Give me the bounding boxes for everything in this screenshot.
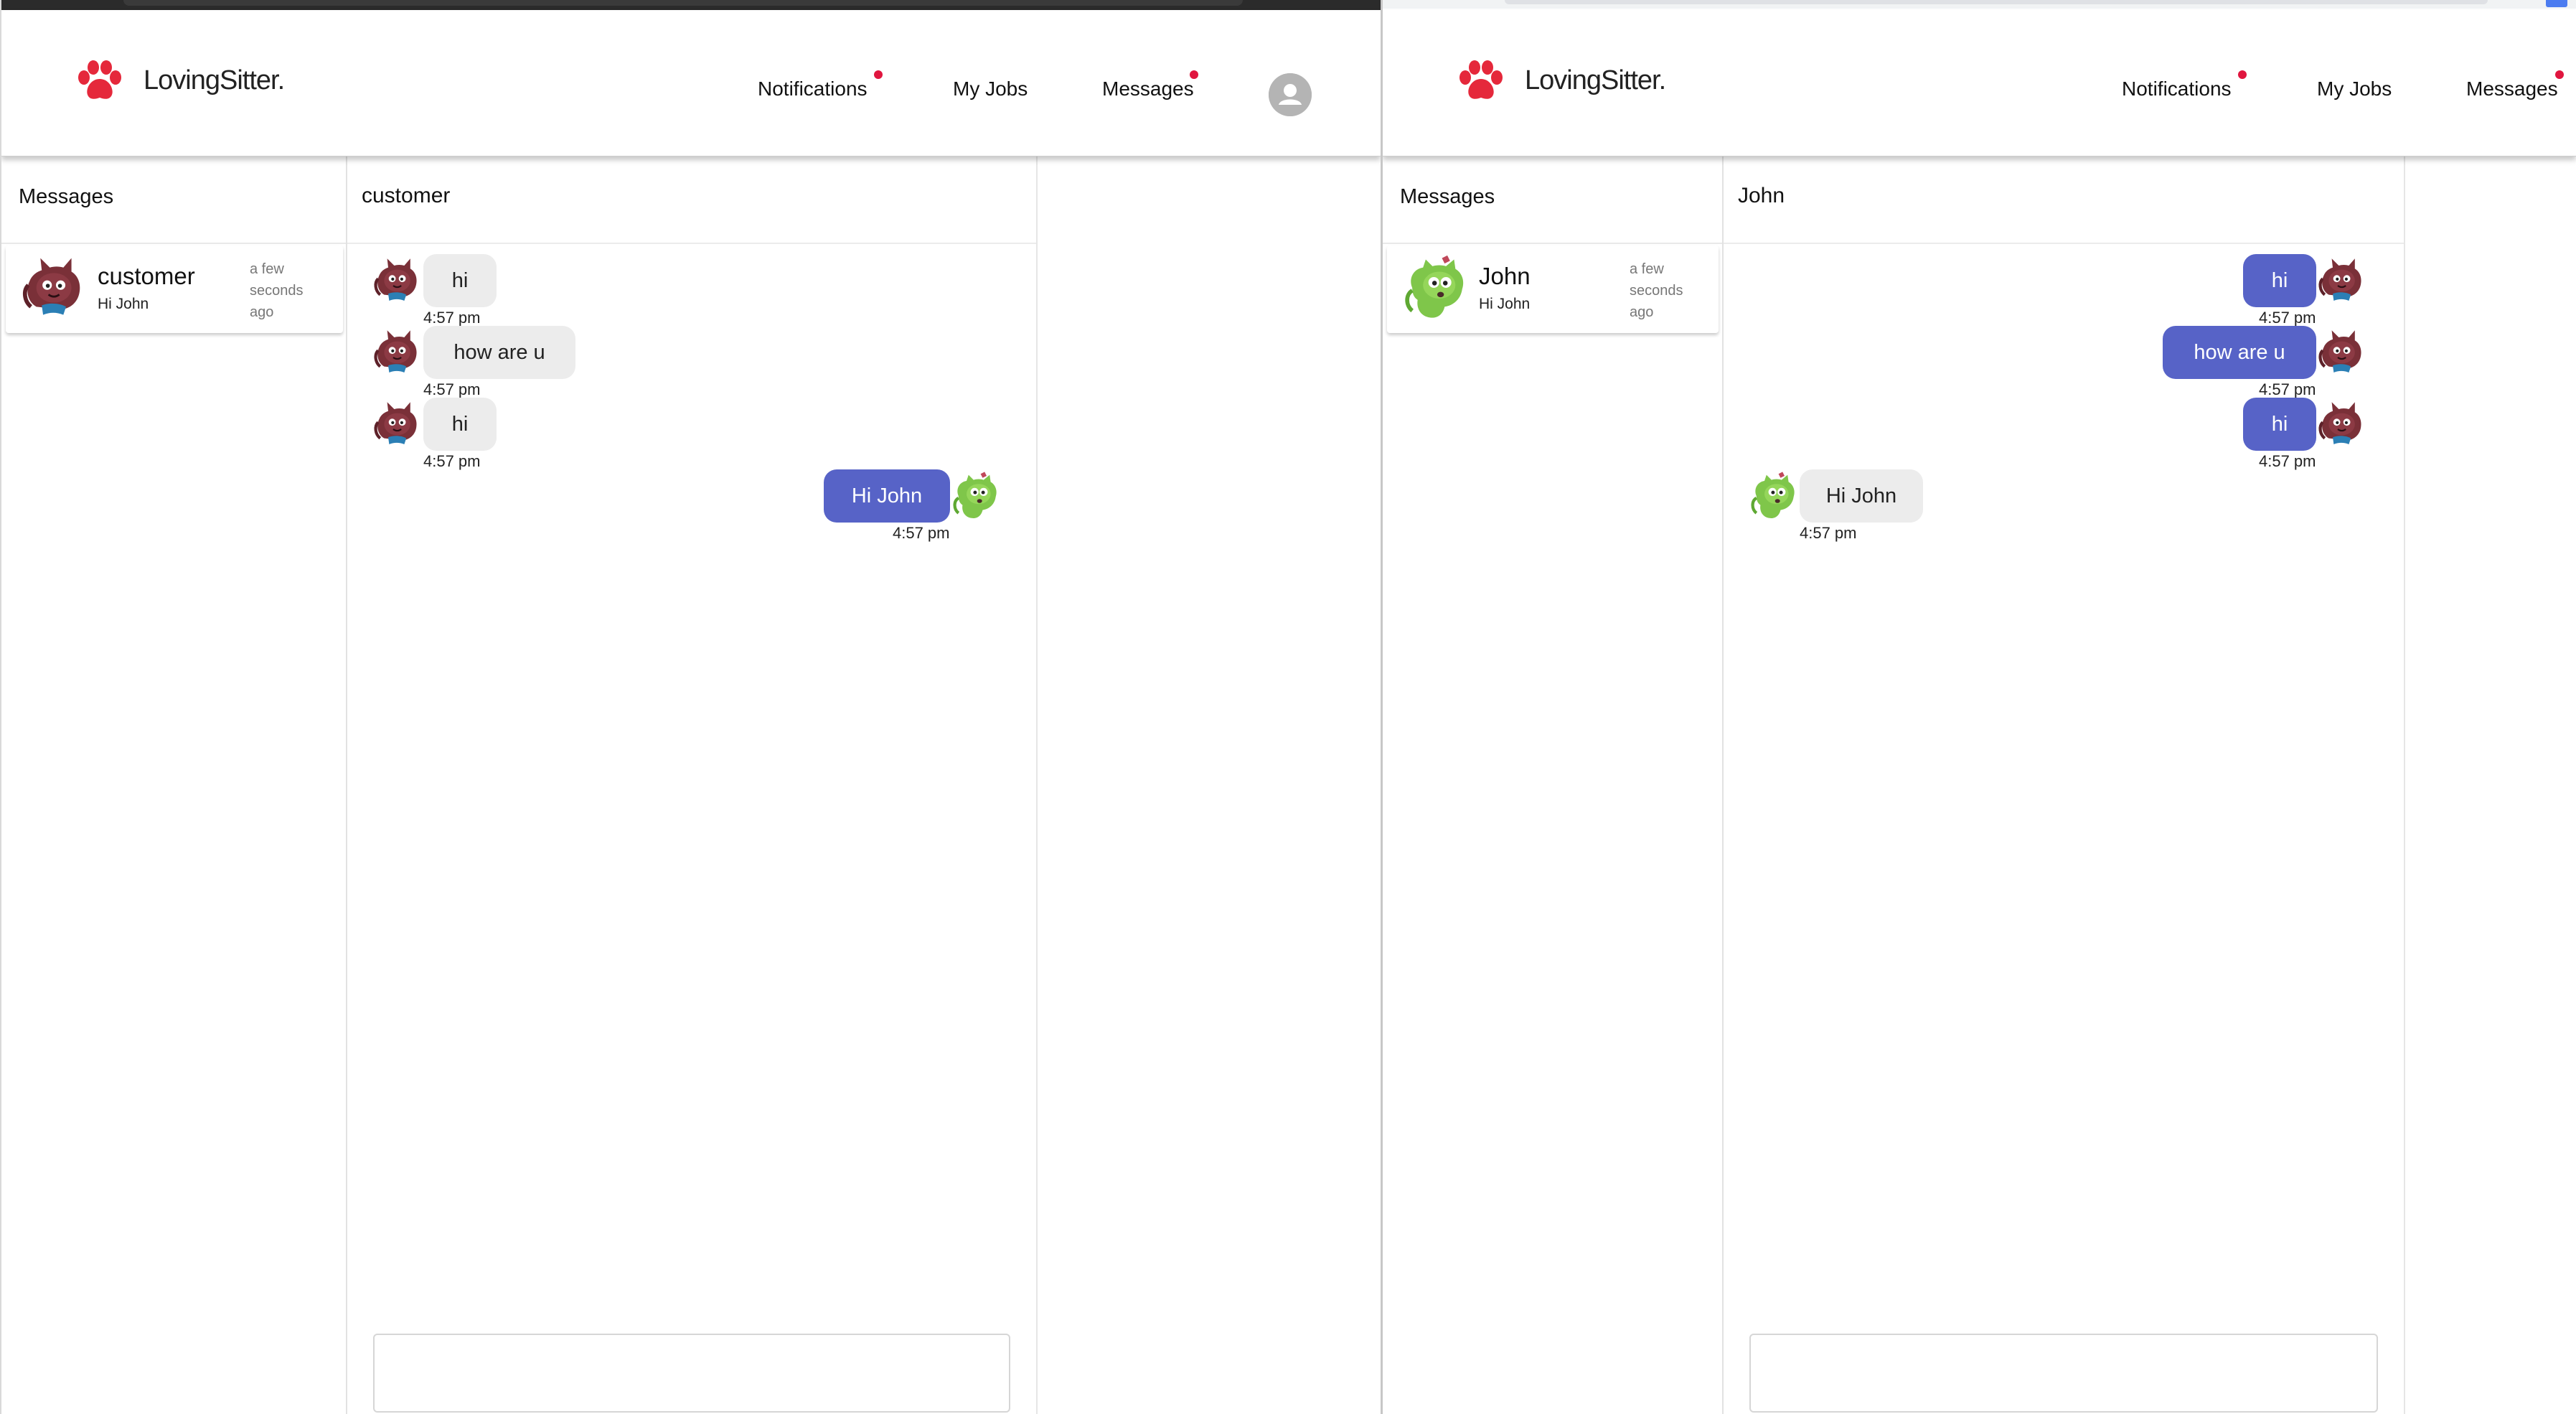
cat-avatar-icon	[373, 327, 423, 378]
conversations-sidebar: Messages customer Hi John a few seconds …	[1, 156, 347, 1414]
nav-messages[interactable]: Messages	[2466, 78, 2558, 100]
empty-panel	[2405, 156, 2576, 1414]
chat-panel: customer hi 4:57 pm how are u 4:57 pm hi…	[347, 156, 1038, 1414]
message-time: 4:57 pm	[423, 380, 481, 398]
message-bubble: hi	[2243, 254, 2316, 307]
cat-avatar-icon	[22, 254, 89, 322]
cat-avatar-icon	[2318, 327, 2368, 378]
divider	[347, 243, 1036, 244]
user-avatar-icon[interactable]	[1269, 73, 1312, 116]
divider	[1, 243, 346, 244]
sidebar-title: Messages	[1400, 185, 1495, 208]
notification-dot	[2555, 70, 2564, 79]
message-input[interactable]	[373, 1334, 1010, 1413]
notification-dot	[1190, 70, 1198, 79]
message-row: Hi John 4:57 pm	[373, 469, 1019, 542]
sidebar-title: Messages	[19, 185, 114, 208]
message-time: 4:57 pm	[423, 309, 481, 327]
message-time: 4:57 pm	[1800, 524, 1857, 542]
right-browser-window: LovingSitter. Notifications My Jobs Mess…	[1381, 0, 2576, 1414]
message-row: how are u 4:57 pm	[1724, 326, 2405, 398]
chat-panel: John hi 4:57 pm how are u 4:57 pm hi 4:5…	[1724, 156, 2405, 1414]
message-row: Hi John 4:57 pm	[1724, 469, 2405, 542]
message-bubble: Hi John	[824, 469, 950, 523]
message-row: how are u 4:57 pm	[373, 326, 1019, 398]
browser-toolbar	[1, 0, 1381, 10]
message-row: hi 4:57 pm	[373, 398, 1019, 470]
message-time: 4:57 pm	[2259, 452, 2316, 470]
brand-name: LovingSitter.	[144, 65, 285, 95]
extension-icon[interactable]	[2546, 0, 2567, 7]
brand-name: LovingSitter.	[1525, 65, 1666, 95]
chat-title: customer	[362, 184, 451, 207]
message-bubble: hi	[423, 254, 497, 307]
message-input[interactable]	[1749, 1334, 2378, 1413]
message-bubble: how are u	[423, 326, 575, 379]
left-browser-window: LovingSitter. Notifications My Jobs Mess…	[0, 0, 1381, 1414]
message-row: hi 4:57 pm	[373, 254, 1019, 327]
conversation-time: a few seconds ago	[250, 261, 304, 320]
divider	[1724, 243, 2404, 244]
browser-toolbar	[1383, 0, 2576, 9]
nav-notifications[interactable]: Notifications	[758, 78, 868, 100]
cat-avatar-icon	[373, 399, 423, 449]
cat-avatar-icon	[373, 256, 423, 306]
brand[interactable]: LovingSitter.	[76, 59, 285, 102]
top-navigation-bar: LovingSitter. Notifications My Jobs Mess…	[1, 10, 1381, 156]
conversation-preview: Hi John	[1479, 296, 1531, 312]
message-bubble: Hi John	[1800, 469, 1923, 523]
conversation-item[interactable]: customer Hi John a few seconds ago	[6, 245, 343, 333]
conversation-preview: Hi John	[98, 296, 149, 312]
empty-panel	[1038, 156, 1381, 1414]
conversation-time: a few seconds ago	[1630, 261, 1683, 320]
message-row: hi 4:57 pm	[1724, 398, 2405, 470]
green-cat-avatar-icon	[951, 471, 1002, 521]
nav-notifications[interactable]: Notifications	[2122, 78, 2232, 100]
nav-my-jobs[interactable]: My Jobs	[2317, 78, 2392, 100]
cat-avatar-icon	[2318, 256, 2368, 306]
nav-my-jobs[interactable]: My Jobs	[953, 78, 1028, 100]
divider	[1383, 243, 1722, 244]
notification-dot	[2238, 70, 2247, 79]
message-row: hi 4:57 pm	[1724, 254, 2405, 327]
conversations-sidebar: Messages John Hi John a few seconds ago	[1383, 156, 1724, 1414]
message-bubble: how are u	[2163, 326, 2316, 379]
message-bubble: hi	[2243, 398, 2316, 451]
nav-messages[interactable]: Messages	[1102, 78, 1194, 100]
cat-avatar-icon	[2318, 399, 2368, 449]
green-cat-avatar-icon	[1749, 471, 1800, 521]
address-bar[interactable]	[123, 0, 1243, 6]
top-navigation-bar: LovingSitter. Notifications My Jobs Mess…	[1383, 10, 2576, 156]
green-cat-avatar-icon	[1403, 254, 1470, 322]
address-bar[interactable]	[1505, 0, 2488, 4]
paw-icon	[76, 59, 123, 102]
message-time: 4:57 pm	[893, 524, 950, 542]
message-bubble: hi	[423, 398, 497, 451]
conversation-item[interactable]: John Hi John a few seconds ago	[1387, 245, 1719, 333]
conversation-name: John	[1479, 263, 1531, 289]
chat-title: John	[1738, 184, 1785, 207]
message-time: 4:57 pm	[423, 452, 481, 470]
brand[interactable]: LovingSitter.	[1457, 59, 1666, 102]
notification-dot	[874, 70, 883, 79]
conversation-name: customer	[98, 263, 195, 289]
paw-icon	[1457, 59, 1505, 102]
message-time: 4:57 pm	[2259, 380, 2316, 398]
message-time: 4:57 pm	[2259, 309, 2316, 327]
